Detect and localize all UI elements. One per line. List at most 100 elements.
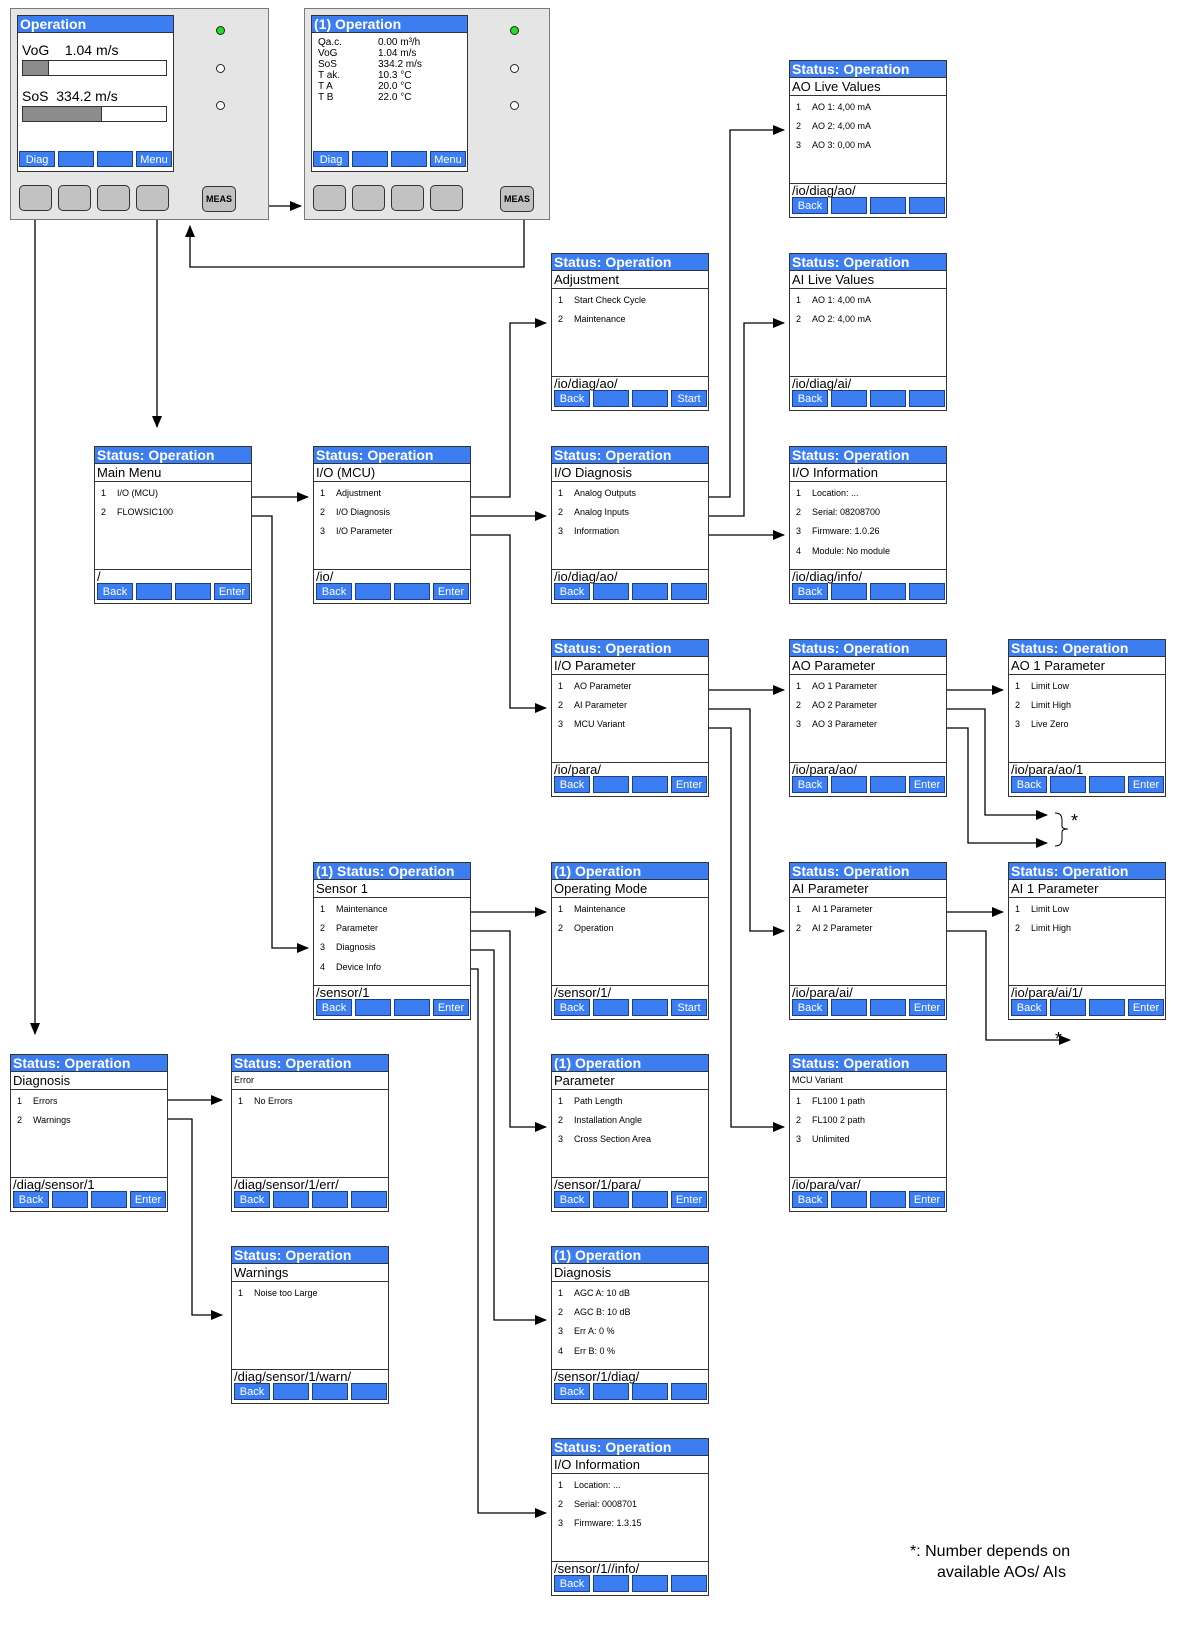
softkey-2[interactable] [273, 1191, 309, 1208]
menu-item[interactable]: 4 Module: No module [790, 542, 946, 561]
softkey-3[interactable] [870, 197, 906, 214]
back-softkey[interactable]: Back [554, 390, 590, 407]
start-softkey[interactable]: Start [671, 390, 707, 407]
softkey-2[interactable] [136, 583, 172, 600]
menu-item[interactable]: 3 AO 3 Parameter [790, 715, 946, 734]
softkey-4[interactable] [351, 1383, 387, 1400]
back-softkey[interactable]: Back [554, 1191, 590, 1208]
back-softkey[interactable]: Back [792, 197, 828, 214]
menu-item[interactable]: 3 Firmware: 1.0.26 [790, 522, 946, 541]
menu-item[interactable]: 1 AI 1 Parameter [790, 900, 946, 919]
softkey-2[interactable] [593, 1383, 629, 1400]
softkey-2[interactable] [831, 583, 867, 600]
menu-item[interactable]: 2 AO 2: 4,00 mA [790, 117, 946, 136]
softkey-3[interactable] [632, 1191, 668, 1208]
softkey-3[interactable] [632, 1383, 668, 1400]
softkey-3[interactable] [870, 583, 906, 600]
menu-item[interactable]: 1 Adjustment [314, 484, 470, 503]
hardware-key-1[interactable] [313, 185, 346, 211]
softkey-3[interactable] [632, 390, 668, 407]
menu-item[interactable]: 2 Installation Angle [552, 1111, 708, 1130]
softkey-3[interactable] [632, 1575, 668, 1592]
menu-item[interactable]: 2 Serial: 0008701 [552, 1495, 708, 1514]
menu-item[interactable]: 1 I/O (MCU) [95, 484, 251, 503]
back-softkey[interactable]: Back [316, 999, 352, 1016]
softkey-2[interactable] [593, 390, 629, 407]
softkey-4[interactable] [671, 1575, 707, 1592]
menu-item[interactable]: 2 FLOWSIC100 [95, 503, 251, 522]
back-softkey[interactable]: Back [792, 999, 828, 1016]
softkey-2[interactable] [1050, 999, 1086, 1016]
softkey-2[interactable] [593, 1575, 629, 1592]
softkey-4[interactable] [671, 583, 707, 600]
menu-item[interactable]: 1 Maintenance [314, 900, 470, 919]
menu-item[interactable]: 2 Operation [552, 919, 708, 938]
softkey-2[interactable] [58, 151, 94, 167]
back-softkey[interactable]: Back [792, 1191, 828, 1208]
menu-item[interactable]: 1 AGC A: 10 dB [552, 1284, 708, 1303]
softkey-2[interactable] [273, 1383, 309, 1400]
softkey-3[interactable] [1089, 999, 1125, 1016]
back-softkey[interactable]: Back [554, 999, 590, 1016]
softkey-2[interactable] [593, 1191, 629, 1208]
softkey-2[interactable] [831, 1191, 867, 1208]
menu-softkey[interactable]: Menu [430, 151, 466, 167]
softkey-2[interactable] [1050, 776, 1086, 793]
softkey-2[interactable] [831, 390, 867, 407]
enter-softkey[interactable]: Enter [671, 776, 707, 793]
menu-item[interactable]: 2 Maintenance [552, 310, 708, 329]
menu-item[interactable]: 1 Location: ... [790, 484, 946, 503]
softkey-3[interactable] [97, 151, 133, 167]
softkey-4[interactable] [909, 197, 945, 214]
enter-softkey[interactable]: Enter [214, 583, 250, 600]
softkey-2[interactable] [593, 776, 629, 793]
menu-item[interactable]: 1 AO 1 Parameter [790, 677, 946, 696]
back-softkey[interactable]: Back [13, 1191, 49, 1208]
back-softkey[interactable]: Back [554, 1575, 590, 1592]
menu-item[interactable]: 3 MCU Variant [552, 715, 708, 734]
menu-item[interactable]: 2 Serial: 08208700 [790, 503, 946, 522]
hardware-key-3[interactable] [391, 185, 424, 211]
softkey-2[interactable] [52, 1191, 88, 1208]
menu-item[interactable]: 1 AO 1: 4,00 mA [790, 291, 946, 310]
back-softkey[interactable]: Back [554, 583, 590, 600]
back-softkey[interactable]: Back [234, 1383, 270, 1400]
softkey-2[interactable] [831, 999, 867, 1016]
menu-item[interactable]: 1 Noise too Large [232, 1284, 388, 1303]
softkey-3[interactable] [175, 583, 211, 600]
menu-item[interactable]: 2 I/O Diagnosis [314, 503, 470, 522]
menu-item[interactable]: 2 Limit High [1009, 919, 1165, 938]
menu-item[interactable]: 1 Errors [11, 1092, 167, 1111]
menu-item[interactable]: 3 Diagnosis [314, 938, 470, 957]
menu-item[interactable]: 1 Location: ... [552, 1476, 708, 1495]
diag-softkey[interactable]: Diag [313, 151, 349, 167]
softkey-3[interactable] [394, 583, 430, 600]
back-softkey[interactable]: Back [792, 776, 828, 793]
softkey-2[interactable] [352, 151, 388, 167]
softkey-2[interactable] [831, 197, 867, 214]
back-softkey[interactable]: Back [554, 1383, 590, 1400]
menu-item[interactable]: 3 Cross Section Area [552, 1130, 708, 1149]
softkey-4[interactable] [909, 583, 945, 600]
softkey-3[interactable] [870, 1191, 906, 1208]
hardware-key-3[interactable] [97, 185, 130, 211]
menu-item[interactable]: 3 Information [552, 522, 708, 541]
back-softkey[interactable]: Back [1011, 776, 1047, 793]
softkey-3[interactable] [870, 390, 906, 407]
softkey-4[interactable] [351, 1191, 387, 1208]
enter-softkey[interactable]: Enter [1128, 999, 1164, 1016]
hardware-key-4[interactable] [136, 185, 169, 211]
menu-item[interactable]: 1 No Errors [232, 1092, 388, 1111]
enter-softkey[interactable]: Enter [909, 999, 945, 1016]
back-softkey[interactable]: Back [97, 583, 133, 600]
menu-item[interactable]: 2 AO 2: 4,00 mA [790, 310, 946, 329]
softkey-3[interactable] [870, 776, 906, 793]
meas-button[interactable]: MEAS [202, 186, 236, 212]
menu-softkey[interactable]: Menu [136, 151, 172, 167]
enter-softkey[interactable]: Enter [1128, 776, 1164, 793]
menu-item[interactable]: 1 Path Length [552, 1092, 708, 1111]
menu-item[interactable]: 1 AO Parameter [552, 677, 708, 696]
menu-item[interactable]: 1 AO 1: 4,00 mA [790, 98, 946, 117]
menu-item[interactable]: 1 Analog Outputs [552, 484, 708, 503]
back-softkey[interactable]: Back [792, 390, 828, 407]
